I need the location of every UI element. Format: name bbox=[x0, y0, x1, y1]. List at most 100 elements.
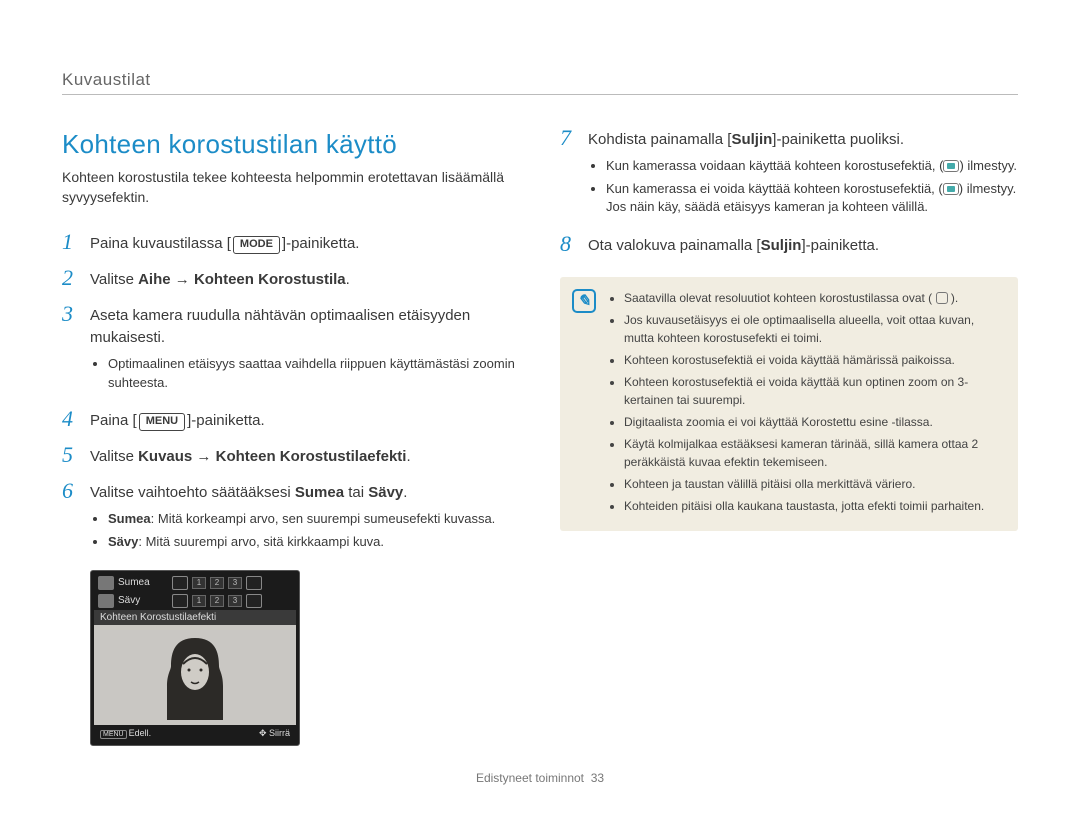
step-number: 1 bbox=[62, 231, 84, 253]
camera-ui-preview: Sumea 1 2 3 Sävy 1 2 3 Kohteen Korostust bbox=[90, 570, 300, 746]
info-item: Kohteen korostusefektiä ei voida käyttää… bbox=[624, 351, 1004, 369]
step-3: 3 Aseta kamera ruudulla nähtävän optimaa… bbox=[62, 305, 520, 396]
back-label: Edell. bbox=[129, 728, 152, 738]
sub-bullet: Sävy: Mitä suurempi arvo, sitä kirkkaamp… bbox=[108, 533, 520, 552]
preview-portrait bbox=[94, 625, 296, 725]
bold-term: Suljin bbox=[731, 131, 772, 148]
row-icon bbox=[98, 594, 114, 608]
open-icon bbox=[172, 576, 188, 590]
info-item: Digitaalista zoomia ei voi käyttää Koros… bbox=[624, 413, 1004, 431]
row-label: Sumea bbox=[118, 577, 168, 588]
info-item: Käytä kolmijalkaa estääksesi kameran tär… bbox=[624, 435, 1004, 471]
steps-right: 7 Kohdista painamalla [Suljin]-painikett… bbox=[560, 129, 1018, 257]
info-item: Kohteen ja taustan välillä pitäisi olla … bbox=[624, 475, 1004, 493]
step-number: 2 bbox=[62, 267, 84, 289]
preview-row-savy: Sävy 1 2 3 bbox=[94, 592, 296, 610]
slot: 2 bbox=[210, 577, 224, 589]
resolution-icon bbox=[936, 292, 948, 304]
bold-term: Sumea bbox=[108, 511, 151, 526]
step-text: ]-painiketta puoliksi. bbox=[772, 131, 904, 148]
info-box: ✎ Saatavilla olevat resoluutiot kohteen … bbox=[560, 277, 1018, 531]
document-page: Kuvaustilat Kohteen korostustilan käyttö… bbox=[0, 0, 1080, 815]
step-text: . bbox=[406, 448, 410, 465]
steps-left: 1 Paina kuvaustilassa [MODE]-painiketta.… bbox=[62, 233, 520, 556]
step-number: 4 bbox=[62, 408, 84, 430]
sub-bullet: Optimaalinen etäisyys saattaa vaihdella … bbox=[108, 355, 520, 393]
menu-back: MENUEdell. bbox=[100, 728, 151, 739]
sub-bullet: Kun kamerassa voidaan käyttää kohteen ko… bbox=[606, 157, 1018, 176]
slot: 1 bbox=[192, 577, 206, 589]
step-number: 5 bbox=[62, 444, 84, 466]
step-2: 2 Valitse Aihe → Kohteen Korostustila. bbox=[62, 269, 520, 291]
step-text: -painiketta. bbox=[191, 412, 264, 429]
bold-term: Sävy bbox=[108, 534, 138, 549]
info-text: Saatavilla olevat resoluutiot kohteen ko… bbox=[624, 291, 936, 305]
step-text: Aseta kamera ruudulla nähtävän optimaali… bbox=[90, 307, 470, 346]
close-icon bbox=[246, 594, 262, 608]
move-label: ✥ Siirrä bbox=[259, 728, 290, 739]
bold-term: Sävy bbox=[368, 484, 403, 501]
step-text: . bbox=[403, 484, 407, 501]
info-item: Saatavilla olevat resoluutiot kohteen ko… bbox=[624, 289, 1004, 307]
slot: 1 bbox=[192, 595, 206, 607]
sub-text: ) ilmestyy. bbox=[959, 158, 1017, 173]
sub-bullets: Kun kamerassa voidaan käyttää kohteen ko… bbox=[606, 157, 1018, 218]
bold-term: Kuvaus bbox=[138, 448, 192, 465]
page-title: Kohteen korostustilan käyttö bbox=[62, 129, 520, 160]
bold-term: Kohteen Korostustila bbox=[194, 271, 346, 288]
info-icon: ✎ bbox=[572, 289, 596, 313]
step-text: Valitse bbox=[90, 271, 138, 288]
step-number: 7 bbox=[560, 127, 582, 149]
info-item: Kohteen korostusefektiä ei voida käyttää… bbox=[624, 373, 1004, 409]
step-text: Kohdista painamalla [ bbox=[588, 131, 731, 148]
step-text: tai bbox=[344, 484, 368, 501]
slot: 2 bbox=[210, 595, 224, 607]
info-list: Saatavilla olevat resoluutiot kohteen ko… bbox=[624, 289, 1004, 515]
step-text: . bbox=[346, 271, 350, 288]
intro-text: Kohteen korostustila tekee kohteesta hel… bbox=[62, 168, 520, 207]
mode-button-label: MODE bbox=[233, 236, 280, 254]
breadcrumb: Kuvaustilat bbox=[62, 70, 1018, 90]
info-item: Kohteiden pitäisi olla kaukana taustasta… bbox=[624, 497, 1004, 515]
page-number: 33 bbox=[591, 771, 604, 785]
footer-section: Edistyneet toiminnot bbox=[476, 771, 584, 785]
step-7: 7 Kohdista painamalla [Suljin]-painikett… bbox=[560, 129, 1018, 221]
bold-term: Sumea bbox=[295, 484, 344, 501]
sub-bullet: Kun kamerassa ei voida käyttää kohteen k… bbox=[606, 180, 1018, 218]
arrow: → bbox=[192, 448, 215, 465]
sub-text: Kun kamerassa ei voida käyttää kohteen k… bbox=[606, 181, 943, 196]
bold-term: Aihe bbox=[138, 271, 171, 288]
menu-icon: MENU bbox=[100, 730, 127, 739]
bold-term: Kohteen Korostustilaefekti bbox=[216, 448, 407, 465]
left-column: Kohteen korostustilan käyttö Kohteen kor… bbox=[62, 129, 520, 746]
step-4: 4 Paina [MENU]-painiketta. bbox=[62, 410, 520, 432]
step-6: 6 Valitse vaihtoehto säätääksesi Sumea t… bbox=[62, 482, 520, 555]
slot: 3 bbox=[228, 577, 242, 589]
sub-text: : Mitä suurempi arvo, sitä kirkkaampi ku… bbox=[138, 534, 384, 549]
portrait-illustration bbox=[155, 630, 235, 720]
step-5: 5 Valitse Kuvaus → Kohteen Korostustilae… bbox=[62, 446, 520, 468]
divider bbox=[62, 94, 1018, 95]
focus-fail-icon bbox=[943, 183, 959, 195]
preview-bar-label: Kohteen Korostustilaefekti bbox=[94, 610, 296, 625]
sub-text: Kun kamerassa voidaan käyttää kohteen ko… bbox=[606, 158, 943, 173]
preview-bottom-bar: MENUEdell. ✥ Siirrä bbox=[94, 725, 296, 742]
row-label: Sävy bbox=[118, 595, 168, 606]
info-text: ). bbox=[948, 291, 959, 305]
step-number: 8 bbox=[560, 233, 582, 255]
step-text: Paina kuvaustilassa bbox=[90, 235, 227, 252]
close-icon bbox=[246, 576, 262, 590]
step-1: 1 Paina kuvaustilassa [MODE]-painiketta. bbox=[62, 233, 520, 255]
step-number: 3 bbox=[62, 303, 84, 325]
right-column: 7 Kohdista painamalla [Suljin]-painikett… bbox=[560, 129, 1018, 746]
page-footer: Edistyneet toiminnot 33 bbox=[0, 771, 1080, 785]
step-text: Valitse bbox=[90, 448, 138, 465]
slot: 3 bbox=[228, 595, 242, 607]
step-number: 6 bbox=[62, 480, 84, 502]
step-text: Ota valokuva painamalla [ bbox=[588, 237, 761, 254]
sub-bullets: Sumea: Mitä korkeampi arvo, sen suurempi… bbox=[108, 510, 520, 552]
sub-bullet: Sumea: Mitä korkeampi arvo, sen suurempi… bbox=[108, 510, 520, 529]
step-8: 8 Ota valokuva painamalla [Suljin]-paini… bbox=[560, 235, 1018, 257]
menu-button-label: MENU bbox=[139, 413, 185, 431]
step-text: Paina bbox=[90, 412, 133, 429]
